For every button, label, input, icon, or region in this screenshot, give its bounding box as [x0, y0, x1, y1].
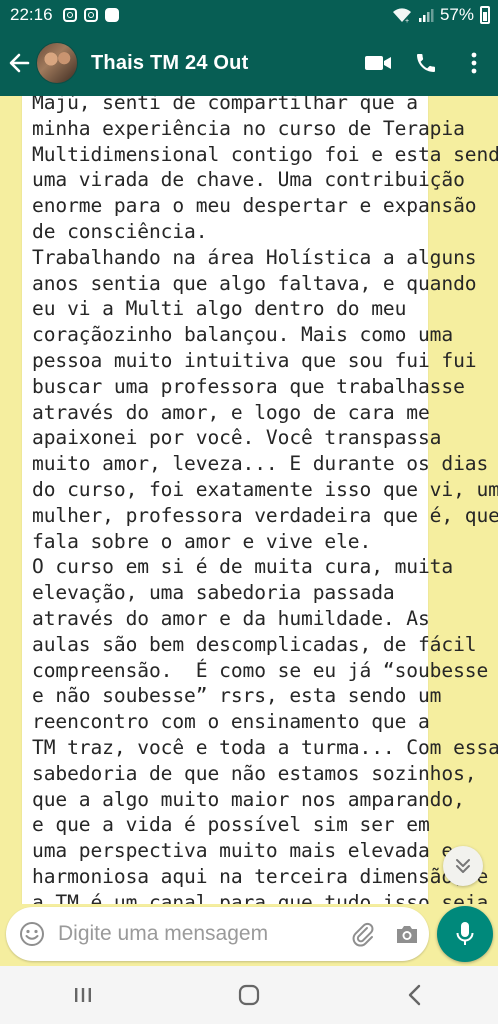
camera-icon [397, 926, 417, 943]
attach-button[interactable] [341, 921, 385, 947]
more-options-button[interactable] [450, 39, 498, 87]
phone-icon [417, 54, 435, 72]
camera-button[interactable] [385, 922, 429, 946]
message-text: Majú, senti de compartilhar que a minha … [32, 96, 498, 904]
message-line: uma perspectiva muito mais elevada e [32, 839, 454, 863]
message-line: de consciência. [32, 219, 208, 243]
message-line: fala sobre o amor e vive ele. [32, 529, 372, 553]
message-input[interactable]: Digite uma mensagem [58, 922, 341, 946]
message-line: eu vi a Multi algo dentro do meu [32, 297, 407, 321]
back-nav-button[interactable] [385, 970, 445, 1020]
back-button[interactable] [2, 43, 36, 83]
message-line: aulas são bem descomplicadas, de fácil [32, 632, 477, 656]
paperclip-icon [352, 922, 374, 947]
message-line: apaixonei por você. Você transpassa [32, 426, 442, 450]
message-line: anos sentia que algo faltava, e quando [32, 271, 477, 295]
contact-name[interactable]: Thais TM 24 Out [91, 52, 248, 75]
message-line: a TM é um canal para que tudo isso seja [32, 890, 489, 904]
message-line: harmoniosa aqui na terceira dimensão, e [32, 864, 489, 888]
home-button[interactable] [219, 970, 279, 1020]
microphone-icon [456, 922, 474, 945]
wifi-icon: + [392, 8, 411, 23]
notification-box-icon [104, 8, 119, 22]
message-line: Majú, senti de compartilhar que a [32, 96, 418, 114]
message-line: sabedoria de que não estamos sozinhos, [32, 761, 477, 785]
svg-text:+: + [405, 18, 409, 23]
message-line: do curso, foi exatamente isso que vi, um… [32, 477, 498, 501]
message-line: compreensão. É como se eu já “soubesse [32, 658, 489, 682]
back-chevron-icon [408, 984, 421, 1006]
message-line: elevação, uma sabedoria passada [32, 581, 395, 605]
message-line: TM traz, você e toda a turma... Com essa [32, 735, 498, 759]
voice-message-button[interactable] [437, 906, 493, 962]
status-bar: 22:16 + 57% [0, 0, 498, 30]
message-line: uma virada de chave. Uma contribuição [32, 168, 465, 192]
battery-percent: 57% [439, 5, 474, 24]
battery-icon [480, 6, 490, 24]
message-line: pessoa muito intuitiva que sou fui fui [32, 348, 477, 372]
home-icon [238, 984, 260, 1006]
system-navigation-bar [0, 966, 498, 1024]
video-call-button[interactable] [354, 39, 402, 87]
message-line: muito amor, leveza... E durante os dias [32, 452, 489, 476]
emoji-icon [20, 922, 44, 946]
message-line: que a algo muito maior nos amparando, [32, 787, 465, 811]
chat-area[interactable]: Majú, senti de compartilhar que a minha … [0, 96, 498, 904]
scroll-to-bottom-button[interactable] [443, 846, 483, 886]
instagram-icon [62, 8, 77, 22]
message-line: O curso em si é de muita cura, muita [32, 555, 454, 579]
status-time: 22:16 [10, 5, 53, 24]
recent-apps-button[interactable] [53, 970, 113, 1020]
message-line: enorme para o meu despertar e expansão [32, 194, 477, 218]
back-arrow-icon [9, 53, 30, 73]
message-bubble[interactable]: Majú, senti de compartilhar que a minha … [22, 96, 498, 904]
composer: Digite uma mensagem [0, 904, 498, 964]
message-line: buscar uma professora que trabalhasse [32, 374, 465, 398]
voice-call-button[interactable] [402, 39, 450, 87]
message-line: Trabalhando na área Holística a alguns [32, 245, 477, 269]
recent-apps-icon [75, 988, 91, 1002]
message-line: através do amor, e logo de cara me [32, 400, 430, 424]
message-line: Multidimensional contigo foi e esta send… [32, 142, 498, 166]
message-line: mulher, professora verdadeira que é, que [32, 503, 498, 527]
message-line: minha experiência no curso de Terapia [32, 116, 465, 140]
message-line: coraçãozinho balançou. Mais como uma [32, 323, 454, 347]
avatar[interactable] [36, 42, 78, 84]
more-vert-icon [471, 52, 477, 74]
double-chevron-down-icon [456, 859, 470, 873]
message-line: através do amor e da humildade. As [32, 606, 430, 630]
message-line: e que a vida é possível sim ser em [32, 813, 430, 837]
signal-icon [418, 9, 434, 22]
message-input-box[interactable]: Digite uma mensagem [6, 907, 429, 961]
emoji-button[interactable] [10, 921, 54, 947]
message-line: e não soubesse” rsrs, esta sendo um [32, 684, 442, 708]
instagram-icon [83, 8, 98, 22]
video-call-icon [365, 56, 391, 70]
chat-header: Thais TM 24 Out [0, 30, 498, 96]
message-line: reencontro com o ensinamento que a [32, 710, 430, 734]
